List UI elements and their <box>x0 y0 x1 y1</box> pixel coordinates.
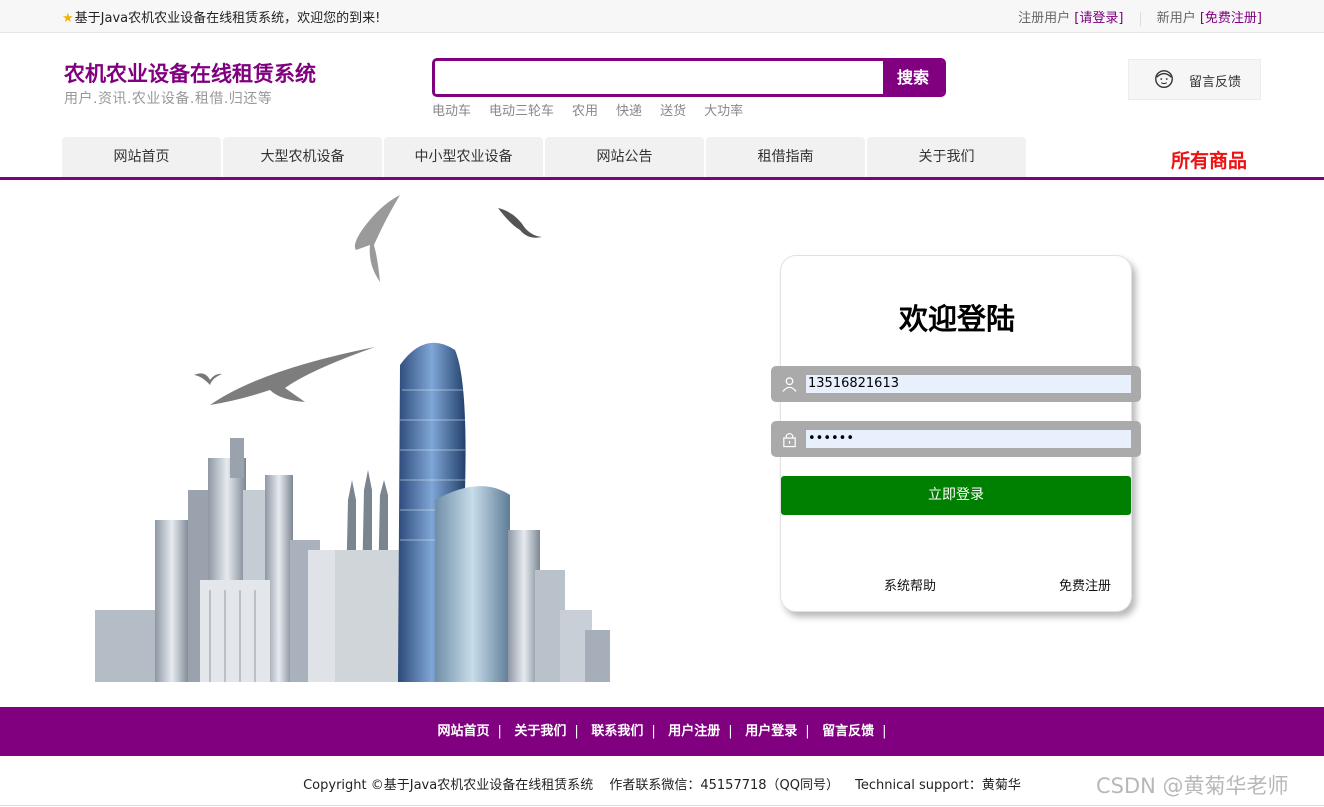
register-user-label: 注册用户 <box>1018 11 1071 26</box>
site-subtitle: 用户.资讯.农业设备.租借.归还等 <box>64 91 273 107</box>
seagull-icon <box>194 195 542 405</box>
divider: | <box>651 724 656 739</box>
user-icon <box>782 377 797 392</box>
hot-word[interactable]: 电动三轮车 <box>489 104 554 119</box>
search-button[interactable]: 搜索 <box>883 61 943 94</box>
site-title[interactable]: 农机农业设备在线租赁系统 <box>64 58 316 88</box>
top-bar-user-links: 注册用户 [请登录] 新用户 [免费注册] <box>1018 7 1262 26</box>
all-goods-link[interactable]: 所有商品 <box>1171 146 1247 173</box>
login-submit-button[interactable]: 立即登录 <box>781 476 1131 515</box>
footer-link-login[interactable]: 用户登录 <box>745 724 797 739</box>
username-input[interactable] <box>806 375 1131 393</box>
nav-tab-rental-guide[interactable]: 租借指南 <box>706 137 865 177</box>
footer-link-register[interactable]: 用户注册 <box>668 724 720 739</box>
city-skyline-illustration <box>95 195 610 682</box>
hot-word[interactable]: 农用 <box>572 104 598 119</box>
divider: | <box>882 724 887 739</box>
hot-word[interactable]: 送货 <box>660 104 686 119</box>
feedback-label: 留言反馈 <box>1189 75 1242 90</box>
footer-link-feedback[interactable]: 留言反馈 <box>822 724 874 739</box>
register-link[interactable]: 免费注册 <box>1059 575 1111 594</box>
divider <box>0 805 1324 806</box>
hot-word[interactable]: 快递 <box>616 104 642 119</box>
footer-link-contact[interactable]: 联系我们 <box>591 724 643 739</box>
nav-tab-home[interactable]: 网站首页 <box>62 137 221 177</box>
nav-tab-small-equipment[interactable]: 中小型农业设备 <box>384 137 543 177</box>
hot-search-words: 电动车 电动三轮车 农用 快递 送货 大功率 <box>432 100 761 119</box>
divider: | <box>805 724 810 739</box>
search-box: 搜索 <box>432 58 946 97</box>
divider: | <box>728 724 733 739</box>
system-help-link[interactable]: 系统帮助 <box>884 575 936 594</box>
password-input[interactable] <box>806 430 1131 448</box>
hot-word[interactable]: 大功率 <box>704 104 743 119</box>
login-link[interactable]: [请登录] <box>1074 11 1123 26</box>
star-icon: ★ <box>62 11 74 26</box>
search-input[interactable] <box>435 61 885 94</box>
technical-support: Technical support：黄菊华 <box>855 778 1021 793</box>
customer-service-icon <box>1155 70 1173 88</box>
divider: | <box>574 724 579 739</box>
divider <box>1139 11 1141 26</box>
username-field <box>771 366 1141 402</box>
nav-tab-about[interactable]: 关于我们 <box>867 137 1026 177</box>
skyline-buildings <box>95 342 610 682</box>
new-user-label: 新用户 <box>1156 11 1196 26</box>
hot-word[interactable]: 电动车 <box>432 104 471 119</box>
welcome-message: ★基于Java农机农业设备在线租赁系统，欢迎您的到来! <box>62 11 381 26</box>
feedback-button[interactable]: 留言反馈 <box>1128 59 1261 100</box>
footer-link-home[interactable]: 网站首页 <box>437 724 489 739</box>
footer-link-about[interactable]: 关于我们 <box>514 724 566 739</box>
csdn-watermark: CSDN @黄菊华老师 <box>1096 774 1289 798</box>
login-title: 欢迎登陆 <box>898 302 1015 336</box>
nav-divider <box>0 177 1324 180</box>
author-contact: 作者联系微信：45157718（QQ同号） <box>609 778 839 793</box>
copyright-text: Copyright ©基于Java农机农业设备在线租赁系统 <box>303 778 594 793</box>
free-register-link[interactable]: [免费注册] <box>1200 11 1262 26</box>
footer-nav: 网站首页 | 关于我们 | 联系我们 | 用户注册 | 用户登录 | 留言反馈 | <box>0 707 1324 756</box>
password-field <box>771 421 1141 457</box>
lock-icon <box>783 432 796 448</box>
divider: | <box>497 724 502 739</box>
top-bar: ★基于Java农机农业设备在线租赁系统，欢迎您的到来! 注册用户 [请登录] 新… <box>0 0 1324 33</box>
nav-tab-announcements[interactable]: 网站公告 <box>545 137 704 177</box>
nav-tab-large-machinery[interactable]: 大型农机设备 <box>223 137 382 177</box>
